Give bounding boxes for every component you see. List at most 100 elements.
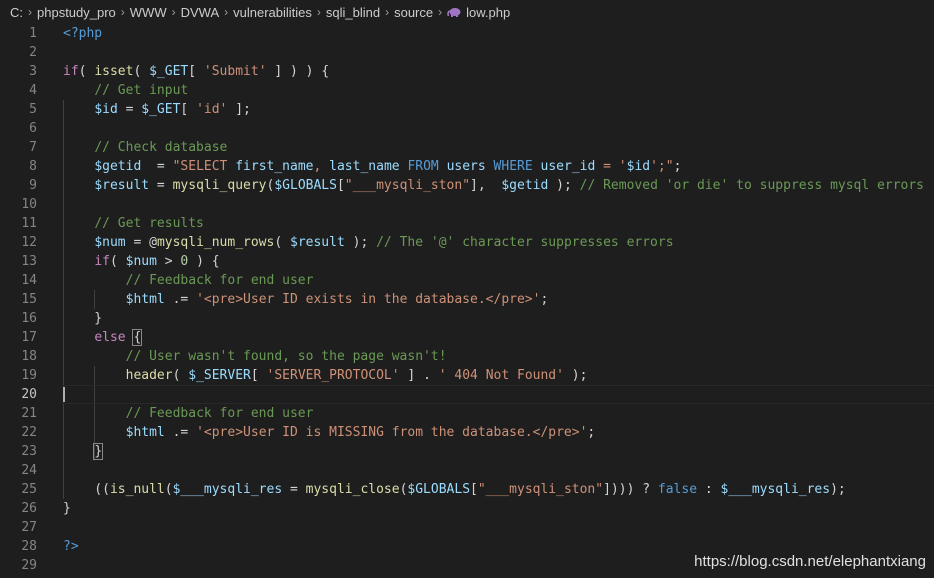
code-token: [ [188, 64, 204, 79]
breadcrumb: C: › phpstudy_pro › WWW › DVWA › vulnerabilities… [0, 0, 934, 24]
code-line[interactable]: 15 $html .= '<pre>User ID exists in the … [0, 290, 934, 309]
code-token: "SELECT [172, 159, 236, 174]
line-number: 25 [21, 482, 37, 497]
breadcrumb-item[interactable]: sqli_blind [326, 5, 380, 20]
code-token: [ [250, 368, 267, 383]
code-line[interactable]: 24 [0, 461, 934, 480]
code-line[interactable]: 14 // Feedback for end user [0, 271, 934, 290]
code-token: $num [125, 254, 157, 269]
line-number: 4 [29, 83, 37, 98]
code-line[interactable]: 13 if( $num > 0 ) { [0, 252, 934, 271]
line-number: 15 [21, 292, 37, 307]
code-text: // Feedback for end user [63, 271, 314, 290]
code-token: $getid [501, 178, 549, 193]
breadcrumb-item[interactable]: C: [10, 5, 23, 20]
code-text: // Feedback for end user [63, 404, 314, 423]
code-token: } [63, 501, 71, 516]
breadcrumb-file[interactable]: low.php [466, 5, 510, 20]
code-text: } [63, 499, 71, 518]
code-text: if( isset( $_GET[ 'Submit' ] ) ) { [63, 62, 329, 81]
breadcrumb-item[interactable]: vulnerabilities [233, 5, 312, 20]
line-number: 24 [21, 463, 37, 478]
breadcrumb-item[interactable]: source [394, 5, 433, 20]
code-line[interactable]: 1 <?php [0, 24, 934, 43]
code-line[interactable]: 11 // Get results [0, 214, 934, 233]
code-line[interactable]: 25 ((is_null($___mysqli_res = mysqli_clo… [0, 480, 934, 499]
code-text: $html .= '<pre>User ID is MISSING from t… [63, 423, 596, 442]
code-line[interactable]: 4 // Get input [0, 81, 934, 100]
code-line[interactable]: 2 [0, 43, 934, 62]
code-line[interactable]: 5 $id = $_GET[ 'id' ]; [0, 100, 934, 119]
code-token: $num [94, 235, 126, 250]
line-number: 23 [21, 444, 37, 459]
code-line[interactable]: 27 [0, 518, 934, 537]
code-token: ?> [63, 539, 79, 554]
code-token: ( [109, 254, 126, 269]
code-text: header( $_SERVER[ 'SERVER_PROTOCOL' ] . … [63, 366, 588, 385]
code-line[interactable]: 26} [0, 499, 934, 518]
line-number: 26 [21, 501, 37, 516]
line-number: 12 [21, 235, 37, 250]
line-number: 6 [29, 121, 37, 136]
code-token: $result [94, 178, 150, 193]
code-token: <?php [63, 26, 103, 41]
code-text: $num = @mysqli_num_rows( $result ); // T… [63, 233, 673, 252]
code-line[interactable]: 16 } [0, 309, 934, 328]
breadcrumb-item[interactable]: WWW [130, 5, 167, 20]
code-line[interactable]: 20 [0, 385, 934, 404]
line-number: 18 [21, 349, 37, 364]
code-token: ( [164, 482, 173, 497]
code-line[interactable]: 21 // Feedback for end user [0, 404, 934, 423]
php-elephant-icon [447, 8, 461, 17]
code-token: $GLOBALS [274, 178, 337, 193]
code-line[interactable]: 3 if( isset( $_GET[ 'Submit' ] ) ) { [0, 62, 934, 81]
code-line[interactable]: 23 } [0, 442, 934, 461]
code-token: // Get input [94, 83, 189, 98]
code-editor[interactable]: 1 <?php 2 3 if( isset( $_GET[ 'Submit' ] ) )… [0, 24, 934, 578]
code-line[interactable]: 9 $result = mysqli_query($GLOBALS["___my… [0, 176, 934, 195]
code-line[interactable]: 22 $html .= '<pre>User ID is MISSING fro… [0, 423, 934, 442]
code-line[interactable]: 18 // User wasn't found, so the page was… [0, 347, 934, 366]
code-token: ' 404 Not Found' [438, 368, 564, 383]
breadcrumb-separator: › [438, 5, 443, 19]
line-number: 28 [21, 539, 37, 554]
code-token: ) { [188, 254, 220, 269]
code-token: $GLOBALS [407, 482, 471, 497]
line-number: 19 [21, 368, 37, 383]
code-token: // Get results [94, 216, 204, 231]
code-token: ); [548, 178, 580, 193]
code-token: = [282, 482, 306, 497]
code-line[interactable]: 12 $num = @mysqli_num_rows( $result ); /… [0, 233, 934, 252]
code-token: $id [94, 102, 118, 117]
code-line[interactable]: 10 [0, 195, 934, 214]
code-token: .= [164, 292, 197, 307]
code-line[interactable]: 17 else { [0, 328, 934, 347]
breadcrumb-item[interactable]: DVWA [181, 5, 220, 20]
code-token: = [149, 178, 173, 193]
code-line[interactable]: 7 // Check database [0, 138, 934, 157]
code-token: ; [540, 292, 549, 307]
code-line[interactable]: 8 $getid = "SELECT first_name, last_name… [0, 157, 934, 176]
code-token: ); [563, 368, 588, 383]
breadcrumb-item[interactable]: phpstudy_pro [37, 5, 116, 20]
code-token: else [94, 330, 126, 345]
code-text: $getid = "SELECT first_name, last_name F… [63, 157, 681, 176]
code-token: is_null [109, 482, 165, 497]
breadcrumb-separator: › [385, 5, 390, 19]
code-token: } [63, 311, 103, 326]
code-token: ; [673, 159, 682, 174]
code-token: users [446, 159, 486, 174]
code-line[interactable]: 6 [0, 119, 934, 138]
line-number: 1 [29, 26, 37, 41]
code-token: } [93, 443, 104, 460]
line-number: 21 [21, 406, 37, 421]
code-line[interactable]: 19 header( $_SERVER[ 'SERVER_PROTOCOL' ]… [0, 366, 934, 385]
code-token: $_SERVER [188, 368, 251, 383]
code-token: // User wasn't found, so the page wasn't… [125, 349, 447, 364]
code-token: ';" [650, 159, 674, 174]
